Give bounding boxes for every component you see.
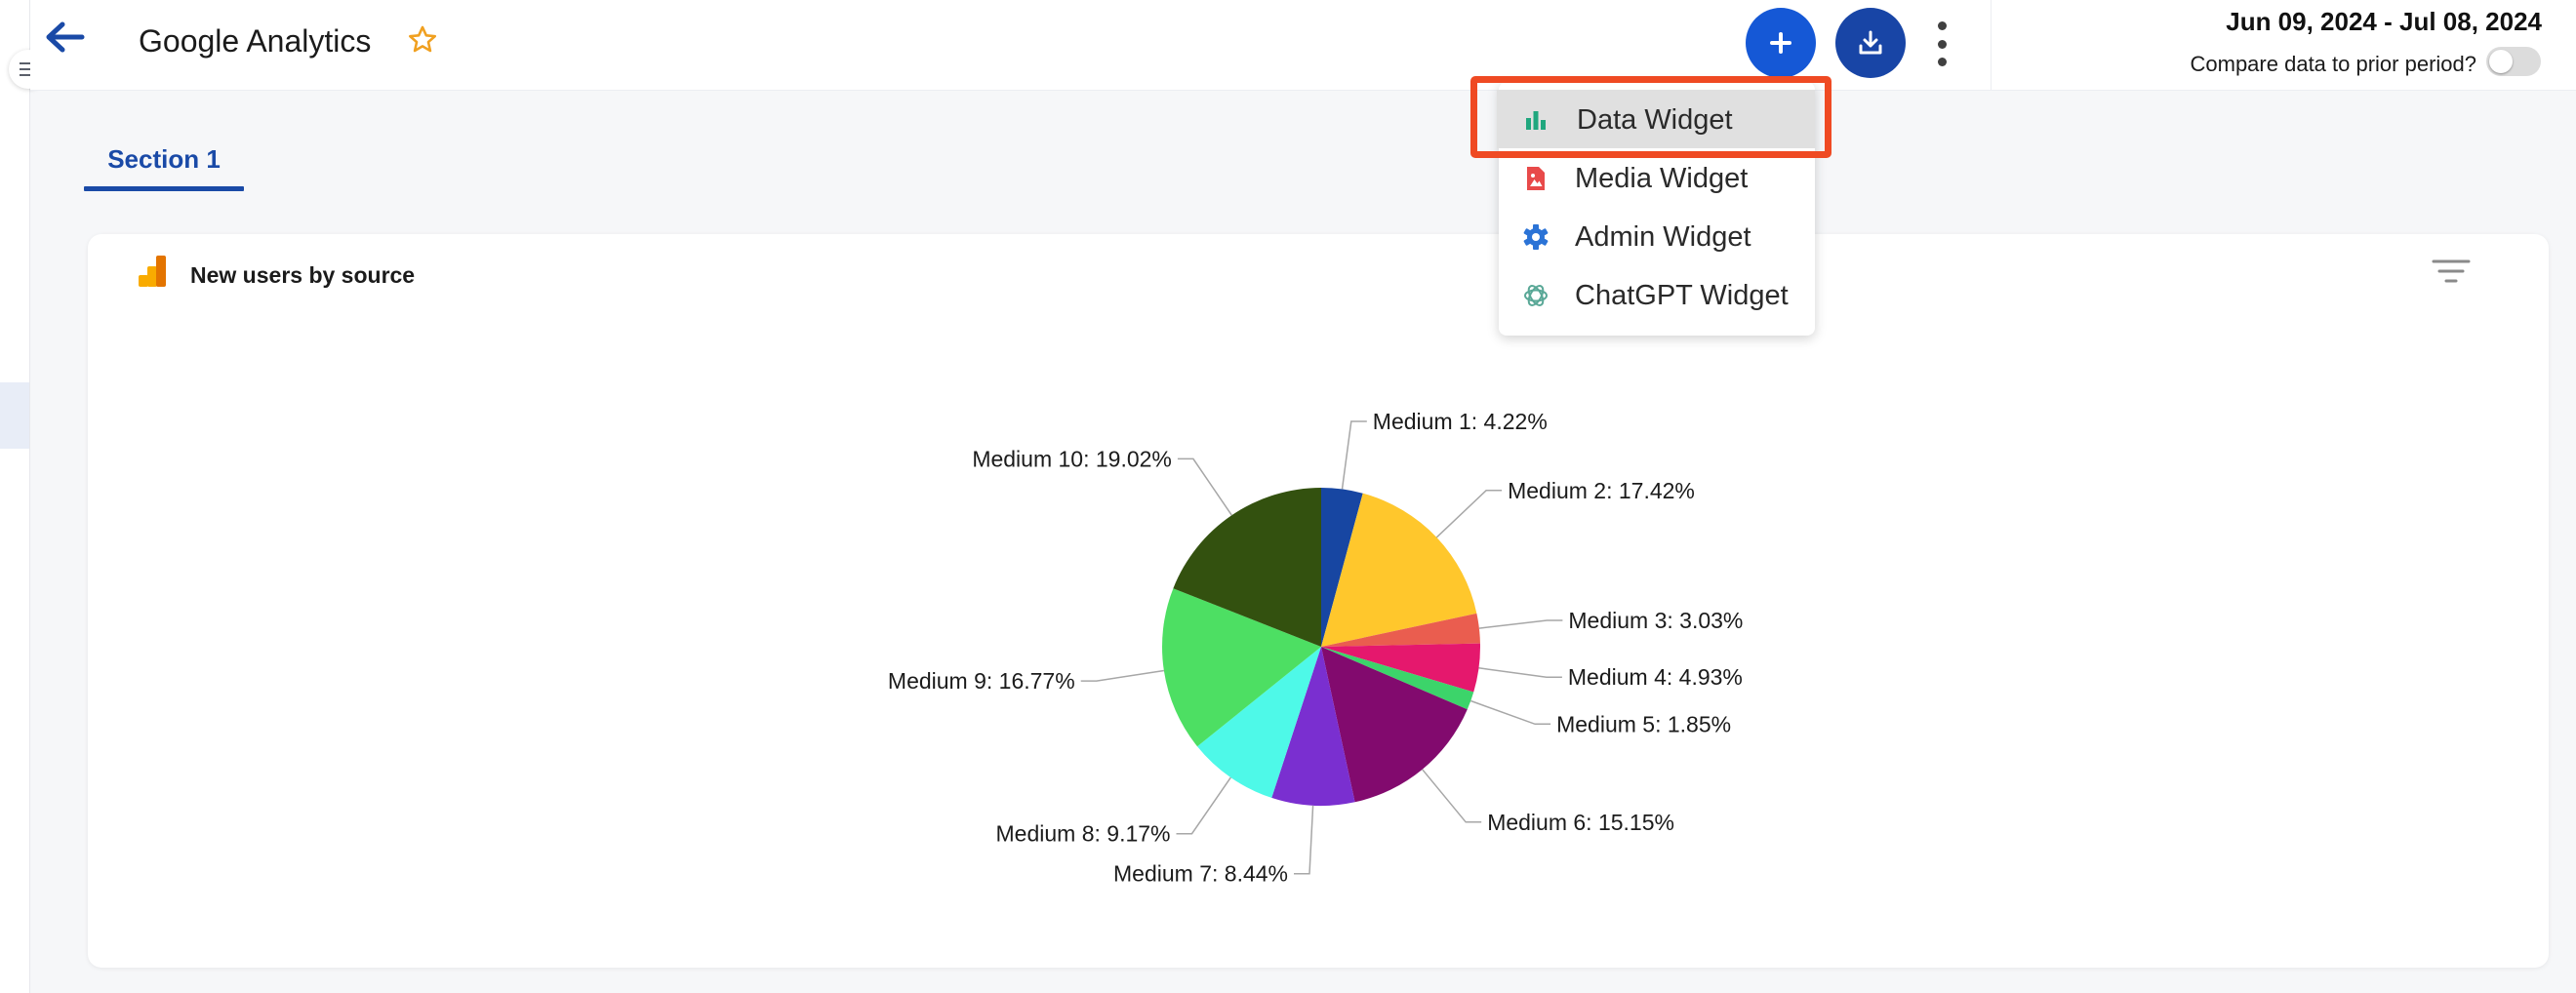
pie-leader-line-4	[1478, 667, 1562, 678]
pie-chart: Medium 1: 4.22% Medium 2: 17.42% Medium 3:…	[888, 409, 1743, 887]
media-widget-option[interactable]: Media Widget	[1499, 150, 1815, 207]
media-widget-label: Media Widget	[1575, 163, 1749, 194]
openai-icon	[1524, 285, 1548, 306]
pie-label-4: Medium 4: 4.93%	[1568, 664, 1743, 690]
image-file-icon	[1527, 167, 1545, 190]
chatgpt-widget-label: ChatGPT Widget	[1575, 280, 1789, 311]
chatgpt-widget-option[interactable]: ChatGPT Widget	[1499, 267, 1815, 324]
pie-label-6: Medium 6: 15.15%	[1487, 810, 1674, 835]
pie-label-10: Medium 10: 19.02%	[972, 446, 1172, 471]
pie-leader-line-7	[1294, 805, 1314, 875]
pie-leader-line-2	[1435, 490, 1503, 538]
pie-label-9: Medium 9: 16.77%	[888, 668, 1075, 694]
pie-label-7: Medium 7: 8.44%	[1113, 861, 1288, 887]
annotation-highlight-box	[1470, 76, 1831, 158]
gear-icon	[1523, 224, 1549, 250]
pie-label-8: Medium 8: 9.17%	[996, 821, 1171, 847]
pie-label-3: Medium 3: 3.03%	[1568, 608, 1743, 633]
pie-leader-line-5	[1470, 699, 1551, 726]
pie-leader-line-6	[1422, 769, 1482, 823]
pie-label-2: Medium 2: 17.42%	[1508, 478, 1695, 503]
admin-widget-label: Admin Widget	[1575, 221, 1751, 253]
pie-leader-line-1	[1341, 420, 1367, 490]
pie-label-1: Medium 1: 4.22%	[1373, 409, 1548, 434]
pie-leader-line-8	[1176, 776, 1231, 835]
pie-leader-line-3	[1478, 619, 1563, 629]
pie-leader-line-9	[1080, 669, 1165, 682]
pie-leader-line-10	[1177, 457, 1232, 516]
pie-label-5: Medium 5: 1.85%	[1556, 711, 1731, 736]
admin-widget-option[interactable]: Admin Widget	[1499, 209, 1815, 265]
